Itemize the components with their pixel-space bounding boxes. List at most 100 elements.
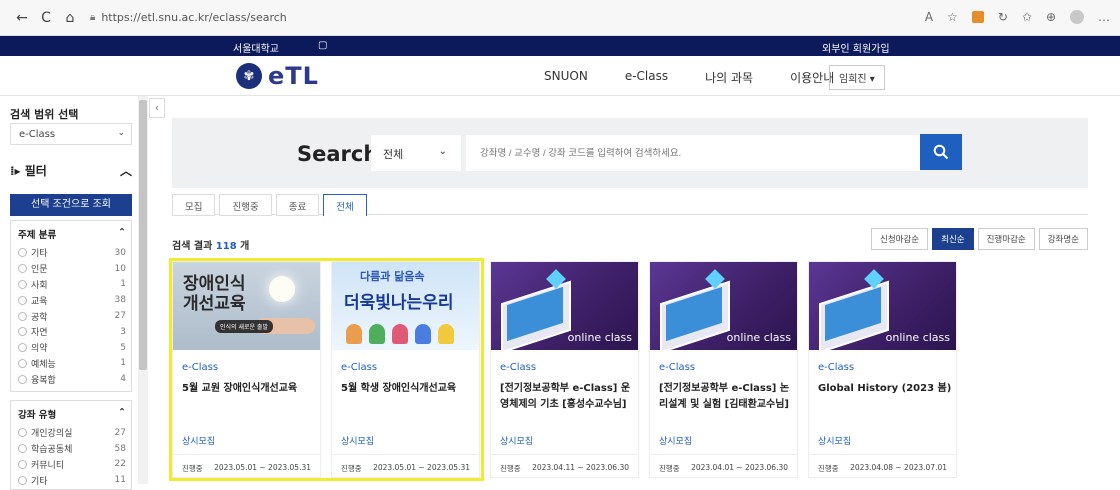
- course-title[interactable]: Global History (2023 봄): [818, 381, 952, 397]
- filter-option[interactable]: 융복합 4: [18, 371, 126, 387]
- course-status: 상시모집: [659, 437, 693, 447]
- search-scope-select[interactable]: 전체 ⌄: [371, 135, 461, 171]
- filter-option-label: 의약: [31, 344, 48, 355]
- profile-avatar[interactable]: [1070, 10, 1084, 24]
- filter-option-label: 사회: [31, 280, 48, 291]
- course-phase: 진행중: [659, 464, 680, 473]
- filter-option[interactable]: 커뮤니티 22: [18, 457, 126, 473]
- filter-option-count: 1: [120, 358, 126, 369]
- back-icon[interactable]: ←: [10, 10, 34, 26]
- chevron-up-icon[interactable]: ⌃: [118, 407, 126, 421]
- filter-option[interactable]: 자연 3: [18, 324, 126, 340]
- nav-item-guide[interactable]: 이용안내: [790, 69, 834, 86]
- checkbox[interactable]: [18, 475, 27, 485]
- collections-icon[interactable]: ⊕: [1046, 10, 1056, 24]
- site-header: ✾ eTL SNUON e-Class 나의 과목 이용안내 임희진 ▾: [0, 56, 1120, 96]
- user-menu-button[interactable]: 임희진 ▾: [829, 65, 885, 90]
- refresh-icon[interactable]: ↻: [998, 10, 1008, 24]
- search-input[interactable]: [466, 135, 920, 171]
- favorites-icon[interactable]: ✩: [1022, 10, 1032, 24]
- home-icon[interactable]: ⌂: [58, 10, 82, 26]
- selection-highlight: [169, 258, 484, 481]
- sort-latest[interactable]: 최신순: [932, 228, 974, 250]
- filter-option[interactable]: 사회 1: [18, 277, 126, 293]
- type-filter-group: 강좌 유형 ⌃ 개인강의실 27 학습공동체 58 커뮤니티 22 기타 11: [10, 400, 132, 490]
- tab-ended[interactable]: 종료: [275, 194, 320, 216]
- course-title[interactable]: [전기정보공학부 e-Class] 논리설계 및 실험 [김태환교수님]: [659, 381, 793, 413]
- nav-item-snuon[interactable]: SNUON: [544, 69, 588, 86]
- filter-option[interactable]: 예체능 1: [18, 356, 126, 372]
- filter-icon: ⁞▸: [10, 164, 25, 178]
- favorite-star-icon[interactable]: ☆: [947, 10, 958, 24]
- sort-application-deadline[interactable]: 신청마감순: [871, 228, 929, 250]
- search-heading: Search: [297, 142, 379, 166]
- filter-option[interactable]: 인문 10: [18, 261, 126, 277]
- course-card[interactable]: online class e-Class [전기정보공학부 e-Class] 운…: [490, 261, 639, 478]
- filter-header[interactable]: ⁞▸ 필터 ︿: [10, 162, 132, 179]
- url-text[interactable]: https://etl.snu.ac.kr/eclass/search: [101, 11, 286, 24]
- course-footer: 진행중 2023.04.08 ~ 2023.07.01: [809, 454, 956, 482]
- checkbox[interactable]: [18, 279, 27, 289]
- checkbox[interactable]: [18, 264, 27, 274]
- nav-item-my-courses[interactable]: 나의 과목: [705, 69, 753, 86]
- filter-option-count: 1: [120, 279, 126, 290]
- scope-select[interactable]: e-Class ⌄: [10, 123, 132, 145]
- filter-option-count: 27: [114, 311, 126, 322]
- course-card[interactable]: online class e-Class [전기정보공학부 e-Class] 논…: [649, 261, 798, 478]
- read-aloud-icon[interactable]: A: [925, 10, 933, 24]
- thumbnail-caption: online class: [726, 331, 791, 344]
- course-thumbnail: online class: [491, 262, 638, 350]
- filter-option[interactable]: 의약 5: [18, 340, 126, 356]
- sidebar-scrollbar[interactable]: [138, 96, 148, 484]
- chevron-up-icon[interactable]: ⌃: [118, 227, 126, 241]
- subject-filter-group: 주제 분류 ⌃ 기타 30 인문 10 사회 1 교육 38 공학 27 자연 3 의약 5 예…: [10, 220, 132, 392]
- filter-option[interactable]: 교육 38: [18, 292, 126, 308]
- checkbox[interactable]: [18, 327, 27, 337]
- tab-recruiting[interactable]: 모집: [172, 194, 216, 216]
- course-phase: 진행중: [818, 464, 839, 473]
- tab-in-progress[interactable]: 진행중: [219, 194, 272, 216]
- sort-progress-deadline[interactable]: 진행마감순: [977, 228, 1035, 250]
- course-category: e-Class: [659, 362, 696, 373]
- search-button[interactable]: [920, 134, 962, 170]
- result-count-label: 검색 결과: [172, 241, 213, 252]
- apply-filter-button[interactable]: 선택 조건으로 조회: [10, 194, 132, 216]
- filter-option-label: 자연: [31, 328, 48, 339]
- tab-all[interactable]: 전체: [323, 194, 367, 216]
- checkbox[interactable]: [18, 343, 27, 353]
- scrollbar-thumb[interactable]: [139, 100, 147, 370]
- course-category: e-Class: [500, 362, 537, 373]
- reload-icon[interactable]: C: [34, 10, 58, 26]
- filter-option[interactable]: 학습공동체 58: [18, 441, 126, 457]
- nav-item-eclass[interactable]: e-Class: [625, 69, 668, 86]
- checkbox[interactable]: [18, 295, 27, 305]
- checkbox[interactable]: [18, 358, 27, 368]
- checkbox[interactable]: [18, 428, 27, 438]
- logo[interactable]: ✾ eTL: [236, 62, 319, 90]
- filter-option-label: 커뮤니티: [31, 460, 65, 471]
- checkbox[interactable]: [18, 459, 27, 469]
- checkbox[interactable]: [18, 311, 27, 321]
- more-icon[interactable]: …: [1098, 10, 1110, 24]
- signup-link[interactable]: 외부인 회원가입: [822, 40, 890, 55]
- filter-option[interactable]: 기타 11: [18, 472, 126, 488]
- checkbox[interactable]: [18, 374, 27, 384]
- sort-options: 신청마감순 최신순 진행마감순 강좌명순: [871, 228, 1088, 250]
- filter-option[interactable]: 기타 30: [18, 245, 126, 261]
- checkbox[interactable]: [18, 444, 27, 454]
- university-link[interactable]: 서울대학교: [233, 40, 279, 55]
- course-title[interactable]: [전기정보공학부 e-Class] 운영체제의 기초 [홍성수교수님]: [500, 381, 634, 413]
- sort-course-name[interactable]: 강좌명순: [1038, 228, 1088, 250]
- filter-option[interactable]: 공학 27: [18, 308, 126, 324]
- checkbox[interactable]: [18, 248, 27, 258]
- filter-option-count: 38: [114, 295, 126, 306]
- course-footer: 진행중 2023.04.11 ~ 2023.06.30: [491, 454, 638, 482]
- chevron-up-icon[interactable]: ︿: [120, 162, 132, 179]
- address-bar[interactable]: 🔒︎ https://etl.snu.ac.kr/eclass/search: [90, 11, 287, 24]
- filter-option[interactable]: 개인강의실 27: [18, 425, 126, 441]
- square-icon[interactable]: ▢: [318, 40, 327, 51]
- course-card[interactable]: online class e-Class Global History (202…: [808, 261, 957, 478]
- course-phase: 진행중: [500, 464, 521, 473]
- extension-icon[interactable]: [971, 11, 984, 23]
- collapse-sidebar-button[interactable]: ‹: [149, 98, 165, 118]
